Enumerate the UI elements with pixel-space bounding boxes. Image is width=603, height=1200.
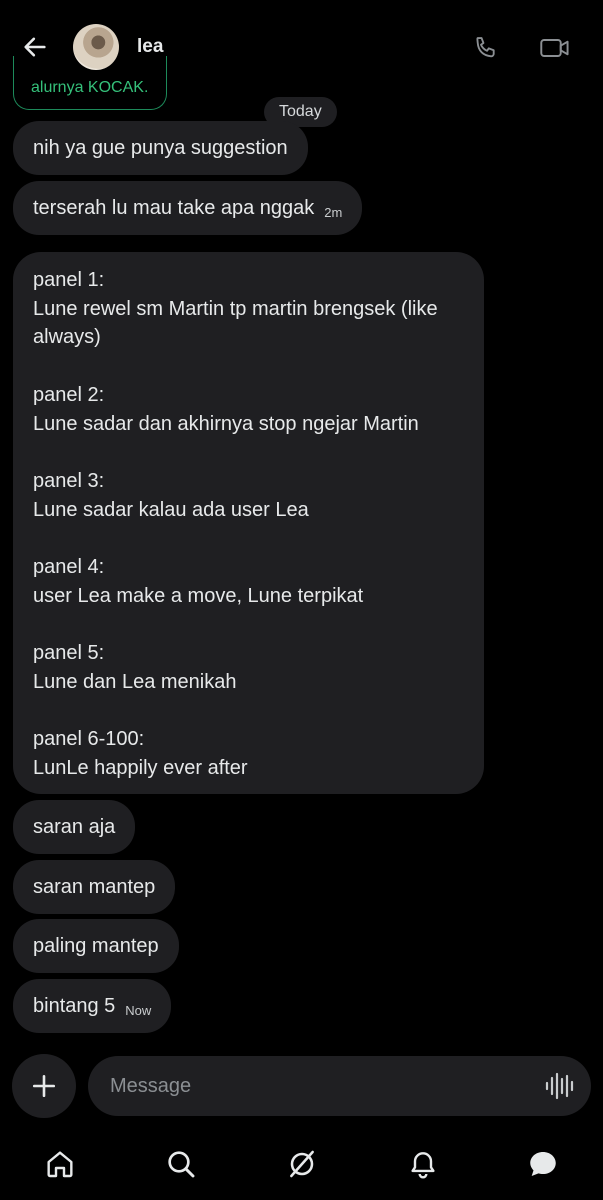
message-timestamp: Now	[125, 1003, 152, 1018]
notifications-icon[interactable]	[403, 1144, 443, 1184]
message-bubble[interactable]: bintang 5 Now	[13, 979, 172, 1033]
grok-icon[interactable]	[282, 1144, 322, 1184]
message-line: Lune rewel sm Martin tp martin brengsek …	[33, 297, 438, 320]
message-text: bintang 5	[33, 995, 116, 1017]
plus-icon	[32, 1074, 56, 1098]
home-icon[interactable]	[40, 1144, 80, 1184]
message-bubble[interactable]: terserah lu mau take apa nggak 2m	[13, 181, 363, 235]
previous-message-text: alurnya KOCAK.	[31, 79, 149, 96]
message-line	[33, 610, 464, 639]
message-line: panel 6-100:	[33, 728, 145, 751]
bottom-navigation	[0, 1130, 603, 1200]
message-text: saran aja	[33, 816, 116, 838]
message-line: panel 4:	[33, 555, 105, 578]
message-input[interactable]	[110, 1056, 530, 1116]
messages-icon[interactable]	[523, 1144, 563, 1184]
video-camera-icon[interactable]	[537, 30, 573, 66]
message-line: LunLe happily ever after	[33, 756, 248, 779]
message-text: paling mantep	[33, 935, 159, 957]
message-text: saran mantep	[33, 876, 156, 898]
phone-icon[interactable]	[468, 30, 504, 66]
contact-name[interactable]: lea	[137, 36, 163, 58]
message-line: always)	[33, 326, 101, 349]
message-line: panel 2:	[33, 383, 105, 406]
message-line: panel 1:	[33, 269, 105, 291]
message-line	[33, 696, 464, 725]
message-bubble[interactable]: nih ya gue punya suggestion	[13, 121, 308, 175]
message-line	[33, 438, 464, 467]
message-line: panel 3:	[33, 469, 105, 492]
message-text: terserah lu mau take apa nggak	[33, 197, 315, 219]
message-line: panel 5:	[33, 642, 105, 665]
message-line	[33, 524, 464, 553]
message-line	[33, 352, 464, 381]
search-icon[interactable]	[161, 1144, 201, 1184]
message-text: nih ya gue punya suggestion	[33, 137, 288, 159]
message-timestamp: 2m	[324, 205, 343, 220]
message-composer	[88, 1056, 591, 1116]
message-bubble[interactable]: saran mantep	[13, 860, 176, 914]
message-line: user Lea make a move, Lune terpikat	[33, 584, 364, 607]
message-line: Lune dan Lea menikah	[33, 670, 237, 693]
message-line: Lune sadar dan akhirnya stop ngejar Mart…	[33, 412, 419, 435]
message-line: Lune sadar kalau ada user Lea	[33, 498, 309, 521]
message-bubble[interactable]: saran aja	[13, 800, 136, 854]
dm-conversation-screen: lea alurnya KOCAK. Today nih ya gue puny…	[0, 0, 603, 1200]
message-bubble-long[interactable]: panel 1: Lune rewel sm Martin tp martin …	[13, 252, 484, 794]
voice-wave-icon[interactable]	[543, 1070, 575, 1102]
message-bubble[interactable]: paling mantep	[13, 919, 179, 973]
add-attachment-button[interactable]	[12, 1054, 76, 1118]
